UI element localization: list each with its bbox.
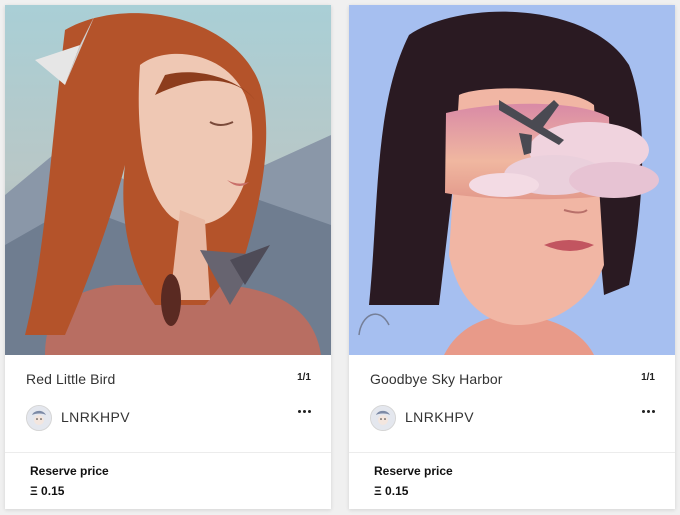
- more-options-icon[interactable]: [293, 402, 315, 420]
- more-options-icon[interactable]: [637, 402, 659, 420]
- card-divider: [5, 452, 331, 453]
- reserve-price-label: Reserve price: [374, 464, 453, 478]
- nft-card-red-little-bird[interactable]: Red Little Bird 1/1 LNRKHPV Reserve pric…: [5, 5, 331, 509]
- artist-avatar[interactable]: [370, 405, 396, 431]
- artwork-image[interactable]: [349, 5, 675, 355]
- reserve-price-value: Ξ 0.15: [374, 484, 409, 498]
- nft-card-goodbye-sky-harbor[interactable]: Goodbye Sky Harbor 1/1 LNRKHPV Reserve p…: [349, 5, 675, 509]
- artwork-title[interactable]: Goodbye Sky Harbor: [370, 371, 503, 387]
- artist-avatar[interactable]: [26, 405, 52, 431]
- edition-count: 1/1: [297, 372, 311, 383]
- reserve-price-label: Reserve price: [30, 464, 109, 478]
- reserve-price-value: Ξ 0.15: [30, 484, 65, 498]
- artwork-title[interactable]: Red Little Bird: [26, 371, 115, 387]
- edition-count: 1/1: [641, 372, 655, 383]
- artist-name[interactable]: LNRKHPV: [405, 409, 474, 425]
- artwork-image[interactable]: [5, 5, 331, 355]
- artist-name[interactable]: LNRKHPV: [61, 409, 130, 425]
- card-divider: [349, 452, 675, 453]
